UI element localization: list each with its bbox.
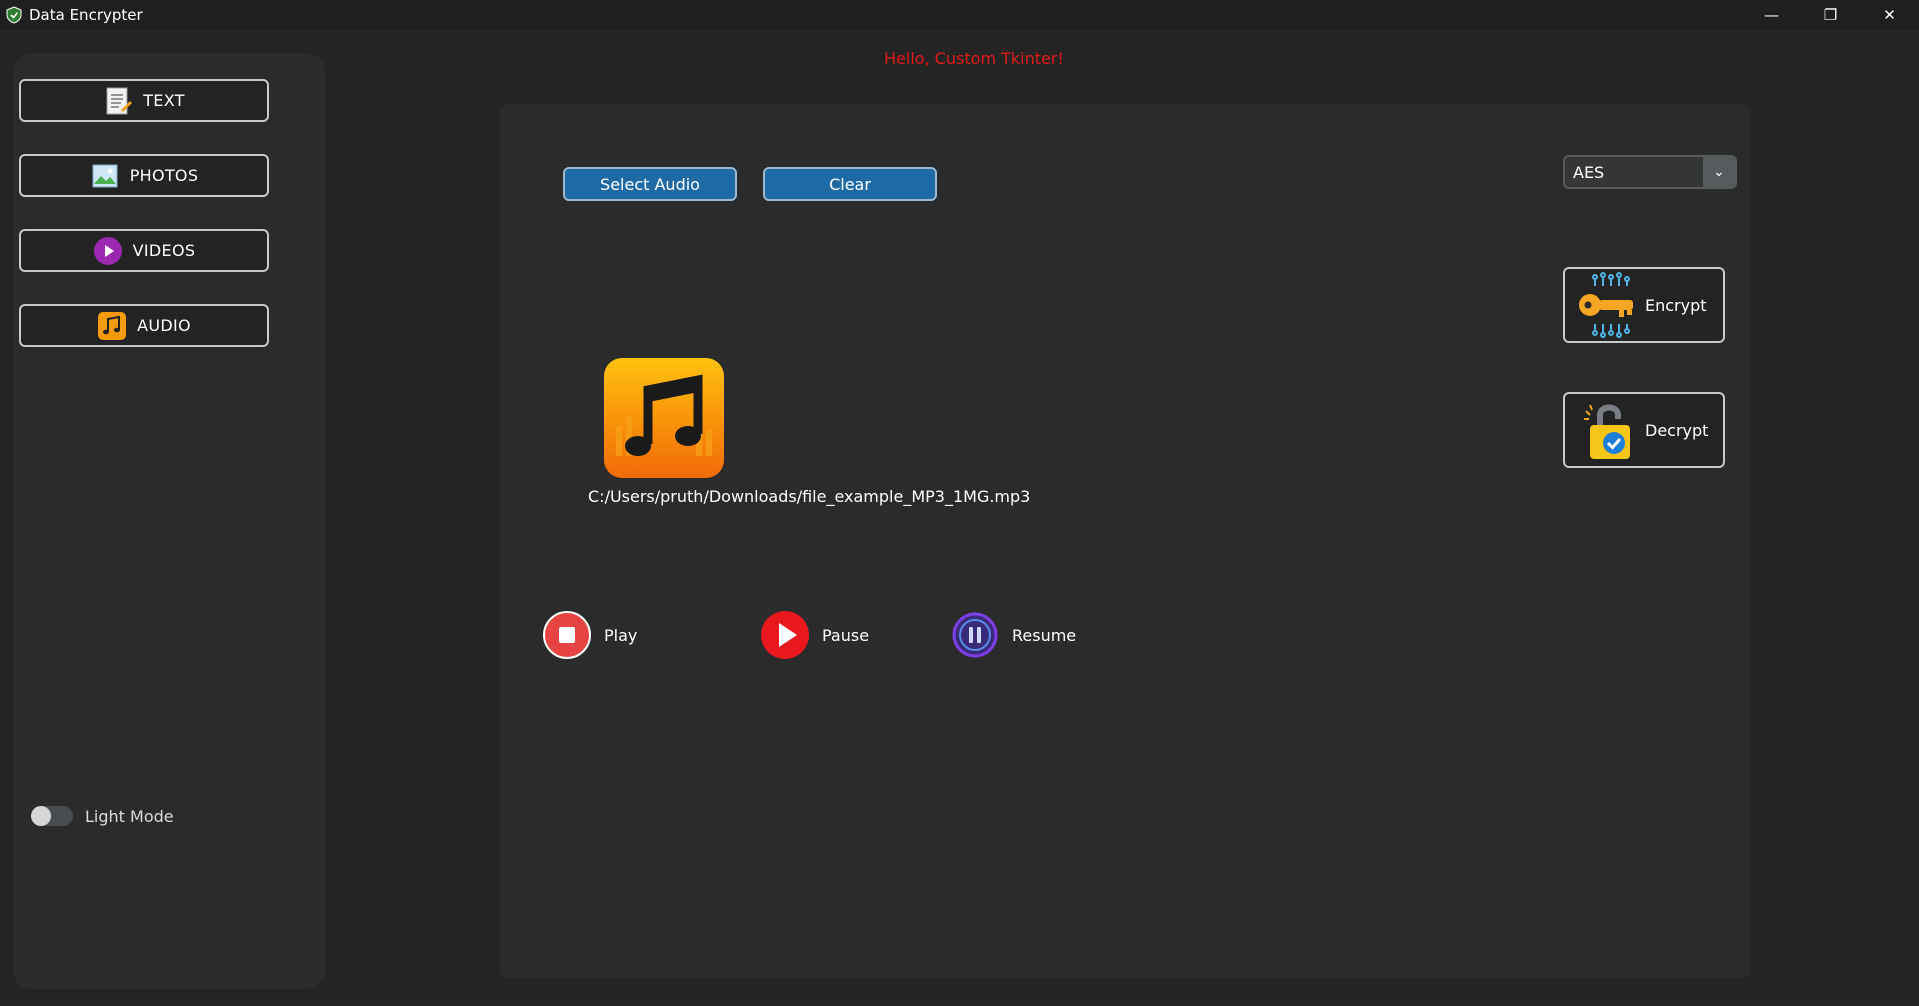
- minimize-button[interactable]: —: [1742, 0, 1801, 30]
- play-circle-icon: [93, 236, 123, 266]
- sidebar-item-label: AUDIO: [137, 316, 191, 335]
- title-bar: Data Encrypter — ❐ ✕: [0, 0, 1919, 30]
- sidebar-item-label: PHOTOS: [129, 166, 199, 185]
- sidebar-item-audio[interactable]: AUDIO: [19, 304, 269, 347]
- encrypt-button[interactable]: Encrypt: [1563, 267, 1725, 343]
- sidebar: TEXT PHOTOS VIDEOS AUDIO Light Mode: [13, 53, 325, 989]
- greeting-text: Hello, Custom Tkinter!: [884, 49, 1064, 68]
- selected-file-path: C:/Users/pruth/Downloads/file_example_MP…: [588, 487, 1031, 506]
- unlocked-padlock-icon: [1573, 395, 1643, 465]
- sidebar-item-label: TEXT: [143, 91, 185, 110]
- shield-icon: [6, 6, 22, 24]
- light-mode-toggle-row: Light Mode: [31, 806, 174, 826]
- pause-button[interactable]: Pause: [760, 610, 869, 660]
- music-note-icon: [97, 311, 127, 341]
- switch-knob: [31, 806, 51, 826]
- key-circuit-icon: [1573, 270, 1643, 340]
- sidebar-item-videos[interactable]: VIDEOS: [19, 229, 269, 272]
- clear-button[interactable]: Clear: [763, 167, 937, 201]
- sidebar-item-label: VIDEOS: [132, 241, 196, 260]
- encrypt-label: Encrypt: [1645, 295, 1707, 315]
- sidebar-item-photos[interactable]: PHOTOS: [19, 154, 269, 197]
- algorithm-value: AES: [1573, 162, 1605, 182]
- light-mode-switch[interactable]: [31, 806, 73, 826]
- pause-circle-icon: [952, 612, 998, 658]
- play-button[interactable]: Play: [542, 610, 637, 660]
- play-label: Play: [604, 625, 638, 645]
- window-controls: — ❐ ✕: [1742, 0, 1919, 30]
- main-panel: Select Audio Clear AES ⌄ Encrypt Decrypt…: [500, 104, 1750, 978]
- window-title: Data Encrypter: [29, 6, 143, 24]
- algorithm-dropdown[interactable]: AES ⌄: [1563, 155, 1737, 189]
- decrypt-label: Decrypt: [1645, 420, 1709, 440]
- play-circle-icon: [761, 611, 809, 659]
- select-audio-button[interactable]: Select Audio: [563, 167, 737, 201]
- light-mode-label: Light Mode: [85, 806, 174, 826]
- image-icon: [90, 161, 120, 191]
- stop-circle-icon: [543, 611, 591, 659]
- close-button[interactable]: ✕: [1860, 0, 1919, 30]
- document-icon: [103, 86, 133, 116]
- chevron-down-icon[interactable]: ⌄: [1703, 157, 1735, 187]
- sidebar-item-text[interactable]: TEXT: [19, 79, 269, 122]
- decrypt-button[interactable]: Decrypt: [1563, 392, 1725, 468]
- restore-button[interactable]: ❐: [1801, 0, 1860, 30]
- resume-button[interactable]: Resume: [950, 610, 1076, 660]
- audio-file-icon: [604, 358, 724, 478]
- pause-label: Pause: [822, 625, 870, 645]
- resume-label: Resume: [1012, 625, 1077, 645]
